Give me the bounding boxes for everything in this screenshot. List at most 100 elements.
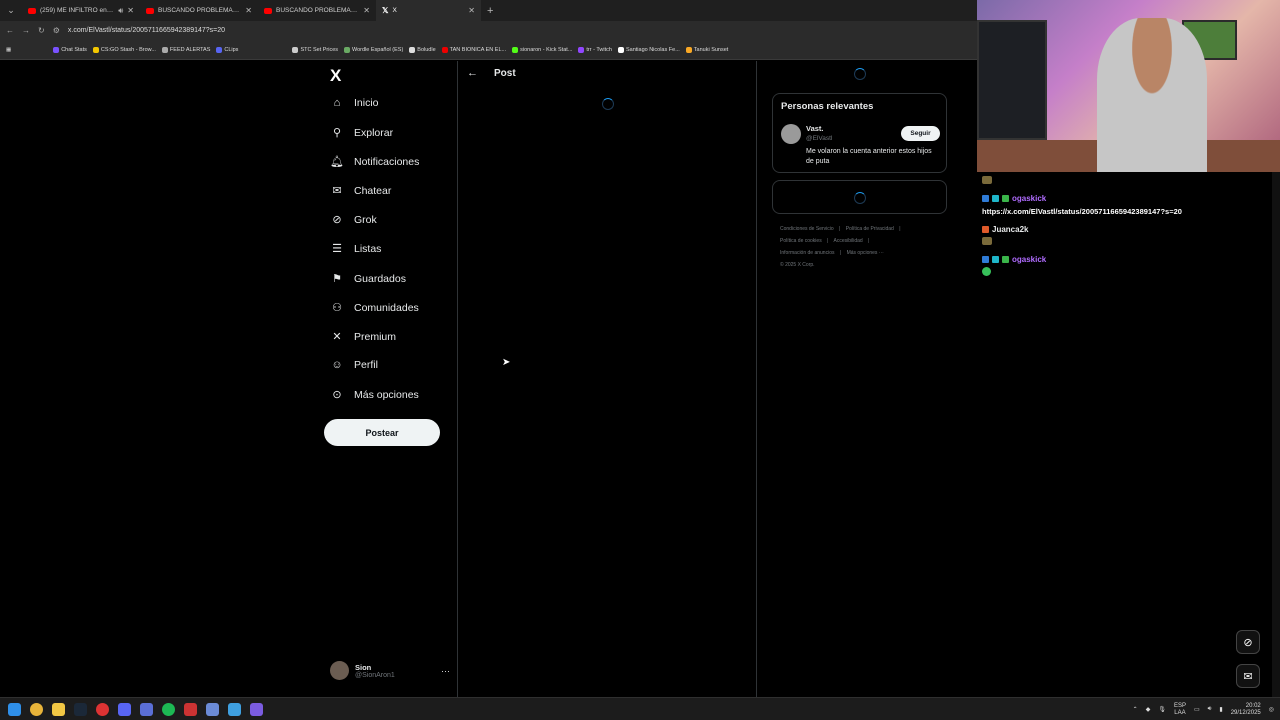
bookmark-item[interactable]: Tanuki Sunset [685,46,728,53]
footer-link[interactable]: Política de cookies [780,238,822,244]
bookmark-item[interactable]: CS:GO Stash - Brow... [92,46,156,53]
speaker-icon[interactable]: 🔊︎ [118,6,123,16]
bookmark-item[interactable]: FEED ALERTAS [161,46,210,53]
kick-icon [512,46,519,53]
mail-icon[interactable]: ✉ [1236,664,1260,688]
windows-start-icon[interactable] [8,702,21,716]
list-icon: ☰ [332,243,342,255]
person-name[interactable]: Vast. [806,124,824,133]
footer-link[interactable]: Más opciones ··· [847,250,884,256]
nav-item-label: Premium [354,330,397,343]
battery-icon[interactable]: ▮ [1219,706,1222,713]
spotify-icon[interactable] [162,702,175,716]
forward-icon[interactable]: → [22,26,30,35]
bookmark-item[interactable]: TAN BIONICA EN EL... [441,46,506,53]
bookmark-icon [92,46,99,53]
network-icon[interactable]: ▭ [1194,706,1200,713]
nav-item-comunidades[interactable]: ⚇ Comunidades [330,301,419,315]
discord-icon[interactable] [118,702,131,716]
close-icon[interactable]: ✕ [363,6,370,15]
nav-item-inicio[interactable]: ⌂ Inicio [330,97,379,109]
post-button[interactable]: Postear [324,419,440,446]
chrome-icon[interactable] [30,702,43,716]
url-input[interactable]: x.com/ElVastl/status/2005711665942389147… [68,27,225,34]
site-info-icon[interactable]: ⚙ [53,26,60,35]
notification-icon[interactable]: ◎ [1269,706,1274,713]
stream-chat: ogaskick https://x.com/ElVastl/status/20… [977,172,1280,697]
nav-item-premium[interactable]: ✕ Premium [330,330,397,344]
account-switcher[interactable]: Sion @SionAron1 ··· [330,661,450,680]
back-icon[interactable]: ← [6,26,14,35]
nav-item-perfil[interactable]: ☺ Perfil [330,359,378,371]
close-icon[interactable]: ✕ [127,6,134,15]
reload-icon[interactable]: ↻ [38,26,45,35]
app-icon[interactable] [184,702,197,716]
avatar[interactable] [781,124,801,144]
nav-item-listas[interactable]: ☰ Listas [330,242,381,256]
bookmarks-bar: ▦ Chat Stats CS:GO Stash - Brow... FEED … [0,40,977,60]
chat-emote-line [982,237,992,245]
nav-item-notificaciones[interactable]: 🔔︎ Notificaciones [330,155,419,169]
app-icon[interactable] [96,702,109,716]
webcam-overlay [977,0,1280,172]
tab-search-icon[interactable]: ⌄ [0,5,22,16]
chat-message-text: https://x.com/ElVastl/status/20057116659… [982,207,1182,216]
footer-link[interactable]: Información de anuncios [780,250,834,256]
file-explorer-icon[interactable] [52,702,65,716]
microphone-icon[interactable]: 🎙︎ [1158,706,1166,713]
bookmark-item[interactable]: trr - Twitch [578,46,612,53]
bookmark-item[interactable]: Wordle Español (ES) [344,46,403,53]
bookmark-item[interactable]: CLips [216,46,238,53]
follow-button[interactable]: Seguir [901,126,940,141]
bookmark-item[interactable]: STC Set Prices [292,46,338,53]
language-indicator[interactable]: ESP LAA [1174,703,1186,717]
footer-link[interactable]: Política de Privacidad [846,226,894,232]
app-icon[interactable] [140,702,153,716]
nav-item-grok[interactable]: ⊘ Grok [330,213,376,227]
back-arrow-icon[interactable]: ← [467,67,478,79]
chat-username[interactable]: ogaskick [1012,194,1046,203]
webcam-monitor [977,20,1047,140]
bookmark-item[interactable]: Chat Stats [53,46,87,53]
chat-username[interactable]: ogaskick [1012,255,1046,264]
app-icon[interactable] [206,702,219,716]
footer-links: Condiciones de Servicio | Política de Pr… [780,223,945,271]
chat-username[interactable]: Juanca2k [992,225,1028,234]
nav-item-explorar[interactable]: ⚲ Explorar [330,126,394,140]
app-icon[interactable] [250,702,263,716]
nav-item-mas-opciones[interactable]: ⊙ Más opciones [330,388,419,402]
nav-item-label: Explorar [354,126,394,139]
steam-icon[interactable] [74,702,87,716]
steam-tray-icon[interactable]: ◆ [1146,706,1151,713]
bookmark-item[interactable]: Boludle [409,46,436,53]
new-tab-button[interactable]: + [481,5,493,17]
browser-tab[interactable]: BUSCANDO PROBLEMAS EN B... ✕ [258,0,376,21]
chevron-up-icon[interactable]: ⌃ [1133,706,1138,713]
volume-icon[interactable]: 🔊︎ [1208,706,1212,713]
close-icon[interactable]: ✕ [468,6,475,15]
twitch-icon [578,46,585,53]
x-logo-icon[interactable]: X [330,66,341,86]
browser-tab[interactable]: BUSCANDO PROBLEMAS EN FI... ✕ [140,0,258,21]
footer-link[interactable]: Accesibilidad [834,238,863,244]
nav-item-label: Más opciones [354,388,419,401]
more-icon[interactable]: ··· [441,666,450,676]
grok-icon[interactable]: ⊘ [1236,630,1260,654]
person-handle[interactable]: @ElVastl [806,135,832,142]
clock[interactable]: 20:02 29/12/2025 [1231,703,1261,717]
footer-link[interactable]: Condiciones de Servicio [780,226,834,232]
browser-tab-active[interactable]: 𝕏 X ✕ [376,0,481,21]
scrollbar[interactable] [1272,172,1280,697]
nav-item-chatear[interactable]: ✉ Chatear [330,184,391,198]
bookmark-item[interactable]: sionaron - Kick Stat... [512,46,572,53]
chat-link[interactable]: https://x.com/ElVastl/status/20057116659… [982,207,1182,216]
app-icon[interactable] [228,702,241,716]
nav-item-guardados[interactable]: ⚑ Guardados [330,272,406,286]
apps-icon[interactable]: ▦ [6,47,11,53]
badge-icon [1002,195,1009,202]
mail-icon: ✉ [332,185,342,197]
browser-tab[interactable]: (259) ME INFILTRO en un S... 🔊︎ ✕ [22,0,140,21]
youtube-icon [146,7,154,14]
close-icon[interactable]: ✕ [245,6,252,15]
bookmark-item[interactable]: Santiago Nicolas Fe... [617,46,680,53]
